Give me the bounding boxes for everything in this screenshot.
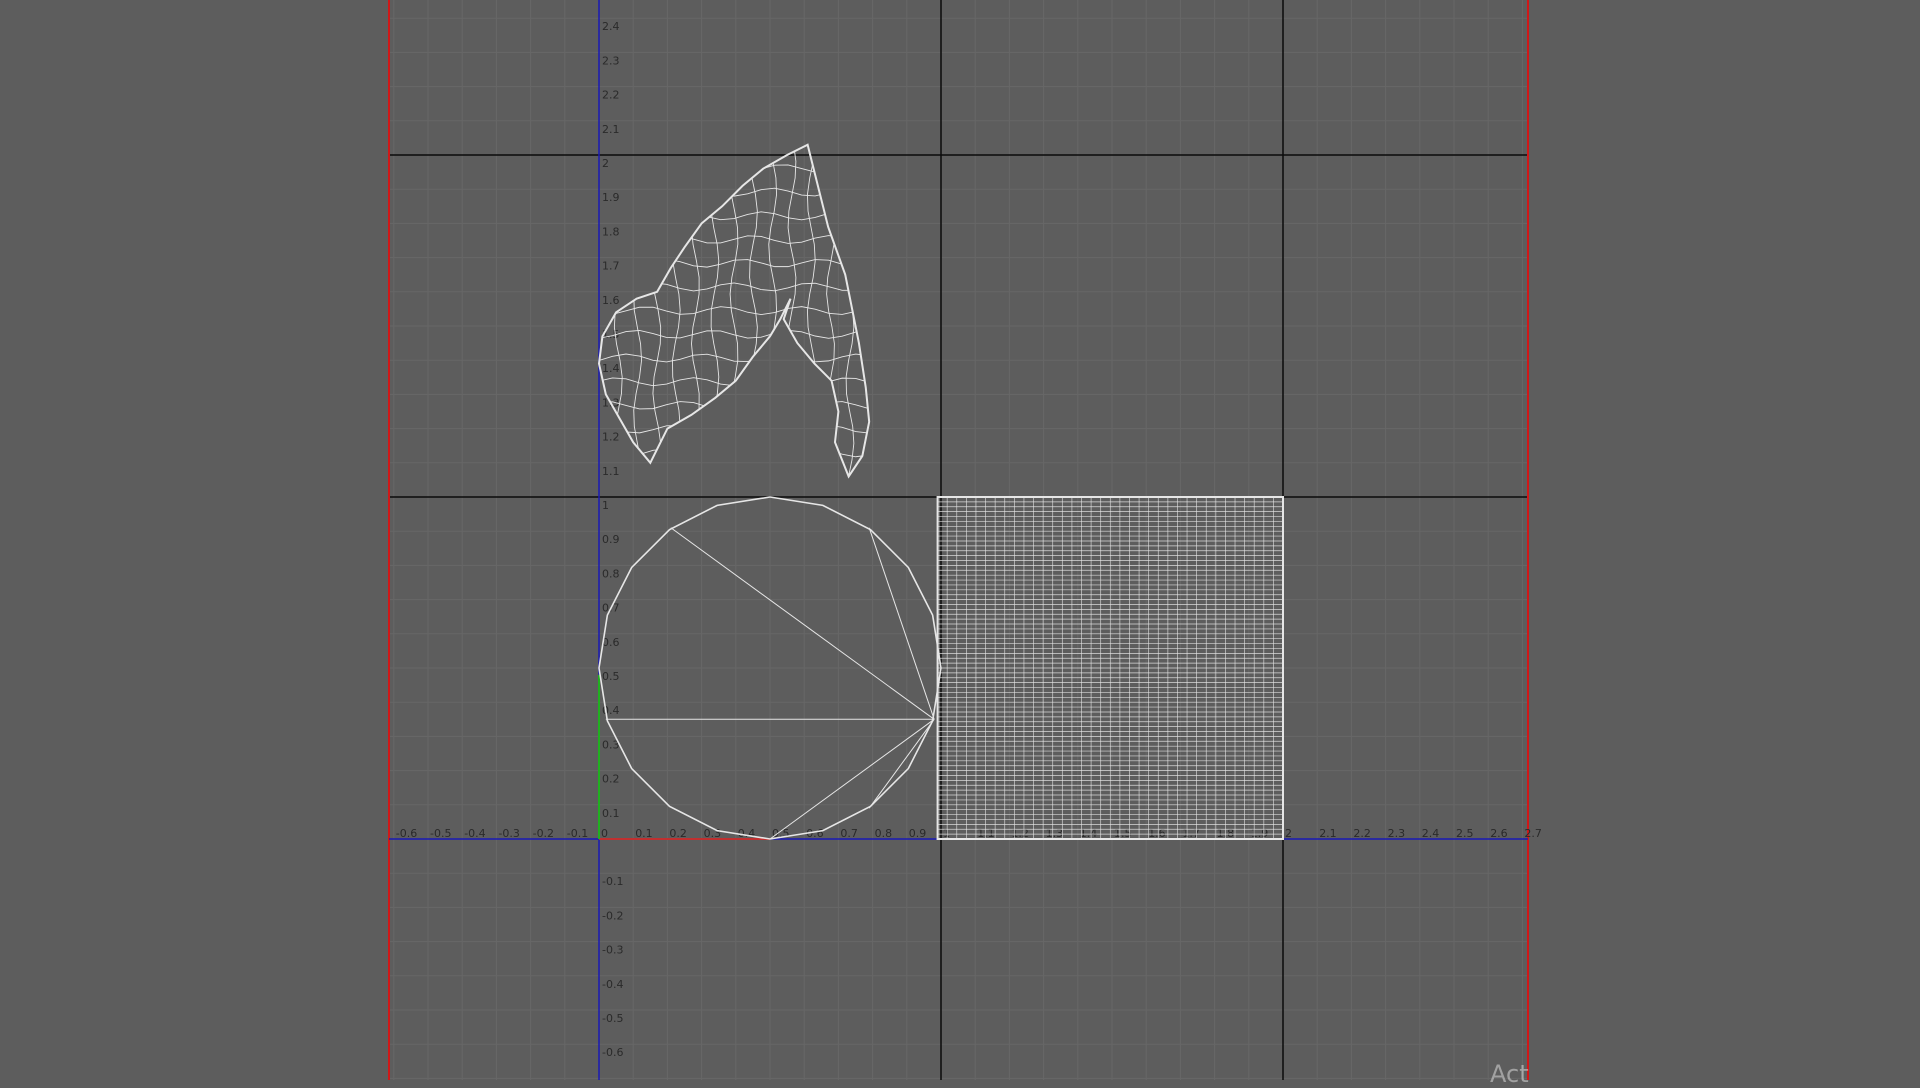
u-tick-label: 2.5: [1456, 827, 1474, 840]
v-tick-label: 0.6: [602, 636, 620, 649]
uv-canvas[interactable]: -0.6 -0.5 -0.4 -0.3 -0.2 -0.1 0 0.1 0.2 0.3 0.4 0.5…: [0, 0, 1920, 1080]
uv-editor-viewport[interactable]: -0.6 -0.5 -0.4 -0.3 -0.2 -0.1 0 0.1 0.2 0.3 0.4 0.5…: [0, 0, 1920, 1088]
u-tick-label: 0.4: [738, 827, 756, 840]
v-tick-label: 1.9: [602, 191, 620, 204]
u-tick-label: -0.6: [396, 827, 417, 840]
v-tick-label: 2.1: [602, 123, 620, 136]
v-tick-label: 1.4: [602, 362, 620, 375]
u-tick-label: 2.7: [1524, 827, 1542, 840]
canvas-background: [0, 0, 1920, 1080]
u-tick-label: 2.4: [1422, 827, 1440, 840]
v-tick-label: 1.2: [602, 431, 620, 444]
u-tick-label: -0.2: [533, 827, 554, 840]
u-tick-label: 2.2: [1353, 827, 1371, 840]
v-tick-label: 1: [602, 499, 609, 512]
activation-watermark: Act: [1490, 1060, 1529, 1088]
v-tick-label: 2: [602, 157, 609, 170]
v-tick-label: -0.6: [602, 1046, 623, 1059]
v-tick-label: 1.6: [602, 294, 620, 307]
u-tick-label: 0.7: [840, 827, 858, 840]
u-tick-label: 2.6: [1490, 827, 1508, 840]
u-tick-label: -0.1: [567, 827, 588, 840]
v-tick-label: 0.2: [602, 773, 620, 786]
v-tick-label: 0.5: [602, 670, 620, 683]
u-tick-label: 0: [601, 827, 608, 840]
v-tick-label: -0.1: [602, 875, 623, 888]
u-tick-label: 2.3: [1388, 827, 1406, 840]
u-tick-label: 2: [1285, 827, 1292, 840]
v-tick-label: -0.5: [602, 1012, 623, 1025]
v-tick-label: -0.4: [602, 978, 623, 991]
u-tick-label: 2.1: [1319, 827, 1337, 840]
v-tick-label: 1.7: [602, 260, 620, 273]
v-tick-label: 2.2: [602, 89, 620, 102]
v-tick-label: 1.1: [602, 465, 620, 478]
u-tick-label: 0.8: [875, 827, 893, 840]
v-tick-label: 2.3: [602, 54, 620, 67]
v-tick-label: 2.4: [602, 20, 620, 33]
u-tick-label: 0.9: [909, 827, 927, 840]
v-tick-label: 1.8: [602, 225, 620, 238]
v-tick-label: -0.2: [602, 909, 623, 922]
v-tick-label: -0.3: [602, 944, 623, 957]
u-tick-label: -0.3: [498, 827, 519, 840]
u-tick-label: 0.1: [635, 827, 653, 840]
u-tick-label: -0.4: [464, 827, 485, 840]
u-tick-label: -0.5: [430, 827, 451, 840]
u-tick-label: 0.2: [669, 827, 687, 840]
v-tick-label: 0.8: [602, 567, 620, 580]
v-tick-label: 0.9: [602, 533, 620, 546]
v-tick-label: 0.1: [602, 807, 620, 820]
